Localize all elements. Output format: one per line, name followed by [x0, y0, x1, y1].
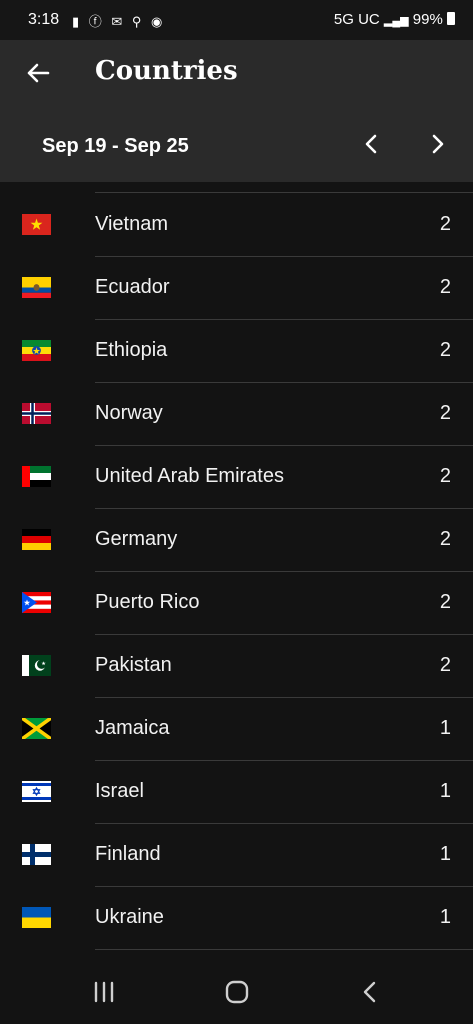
list-item[interactable]: Finland 1 — [0, 824, 473, 887]
list-item[interactable]: Ethiopia 2 — [0, 320, 473, 383]
country-count: 1 — [439, 780, 451, 802]
country-count: 2 — [439, 654, 451, 676]
chevron-right-icon[interactable] — [423, 130, 451, 158]
country-count: 2 — [439, 402, 451, 424]
flag-puerto-rico-icon — [22, 592, 51, 613]
divider — [95, 192, 473, 193]
page-title: Countries — [95, 56, 238, 86]
flag-norway-icon — [22, 403, 51, 424]
list-item[interactable]: Norway 2 — [0, 383, 473, 446]
flag-uae-icon — [22, 466, 51, 487]
list-item[interactable]: Vietnam 2 — [0, 194, 473, 257]
flag-ukraine-icon — [22, 907, 51, 928]
flag-ecuador-icon — [22, 277, 51, 298]
country-name: Pakistan — [95, 654, 172, 676]
list-item[interactable]: United Arab Emirates 2 — [0, 446, 473, 509]
country-name: Norway — [95, 402, 163, 424]
flag-ethiopia-icon — [22, 340, 51, 361]
country-name: Puerto Rico — [95, 591, 200, 613]
country-name: Ethiopia — [95, 339, 168, 361]
home-icon[interactable] — [222, 977, 252, 1007]
country-count: 2 — [439, 213, 451, 235]
list-item[interactable]: Puerto Rico 2 — [0, 572, 473, 635]
country-count: 2 — [439, 276, 451, 298]
status-bar: 3:18 ▮ ⓕ ✉ ⚲ ◉ 5G UC ▂▄▆ 99% — [0, 0, 473, 40]
country-name: Ecuador — [95, 276, 170, 298]
country-list[interactable]: Vietnam 2 Ecuador 2 Ethiopia 2 Norway 2 United A… — [0, 182, 473, 958]
country-count: 1 — [439, 717, 451, 739]
list-item[interactable]: Ukraine 1 — [0, 887, 473, 950]
list-item[interactable]: Israel 1 — [0, 761, 473, 824]
country-name: Jamaica — [95, 717, 170, 739]
list-item[interactable]: Ecuador 2 — [0, 257, 473, 320]
country-name: United Arab Emirates — [95, 465, 284, 487]
status-right: 5G UC ▂▄▆ 99% — [334, 11, 455, 28]
country-count: 2 — [439, 339, 451, 361]
country-count: 2 — [439, 591, 451, 613]
country-count: 1 — [439, 843, 451, 865]
country-count: 1 — [439, 906, 451, 928]
country-count: 2 — [439, 465, 451, 487]
flag-pakistan-icon — [22, 655, 51, 676]
country-count: 2 — [439, 528, 451, 550]
battery-label: 99% — [412, 11, 443, 28]
country-name: Vietnam — [95, 213, 169, 235]
network-label: 5G UC — [333, 11, 380, 28]
flag-vietnam-icon — [22, 214, 51, 235]
country-name: Ukraine — [95, 906, 164, 928]
app-bar: Countries — [0, 40, 473, 106]
recents-icon[interactable] — [91, 979, 117, 1005]
back-nav-icon[interactable] — [356, 977, 384, 1007]
signal-icon: ▂▄▆ — [383, 15, 409, 27]
flag-jamaica-icon — [22, 718, 51, 739]
flag-finland-icon — [22, 844, 51, 865]
status-time: 3:18 — [28, 11, 60, 28]
flag-germany-icon — [22, 529, 51, 550]
list-item[interactable]: Germany 2 — [0, 509, 473, 572]
list-item[interactable]: Pakistan 2 — [0, 635, 473, 698]
battery-icon — [447, 12, 455, 25]
chevron-left-icon[interactable] — [358, 130, 386, 158]
date-range-label: Sep 19 - Sep 25 — [42, 135, 189, 157]
country-name: Israel — [95, 780, 144, 802]
flag-israel-icon — [22, 781, 51, 802]
notification-icons: ▮ ⓕ ✉ ⚲ ◉ — [72, 14, 166, 29]
list-item[interactable]: Jamaica 1 — [0, 698, 473, 761]
system-nav-bar — [0, 958, 473, 1024]
country-name: Finland — [95, 843, 161, 865]
divider — [95, 949, 473, 950]
country-name: Germany — [95, 528, 178, 550]
date-range-bar: Sep 19 - Sep 25 — [0, 106, 473, 182]
arrow-left-icon[interactable] — [22, 57, 54, 89]
